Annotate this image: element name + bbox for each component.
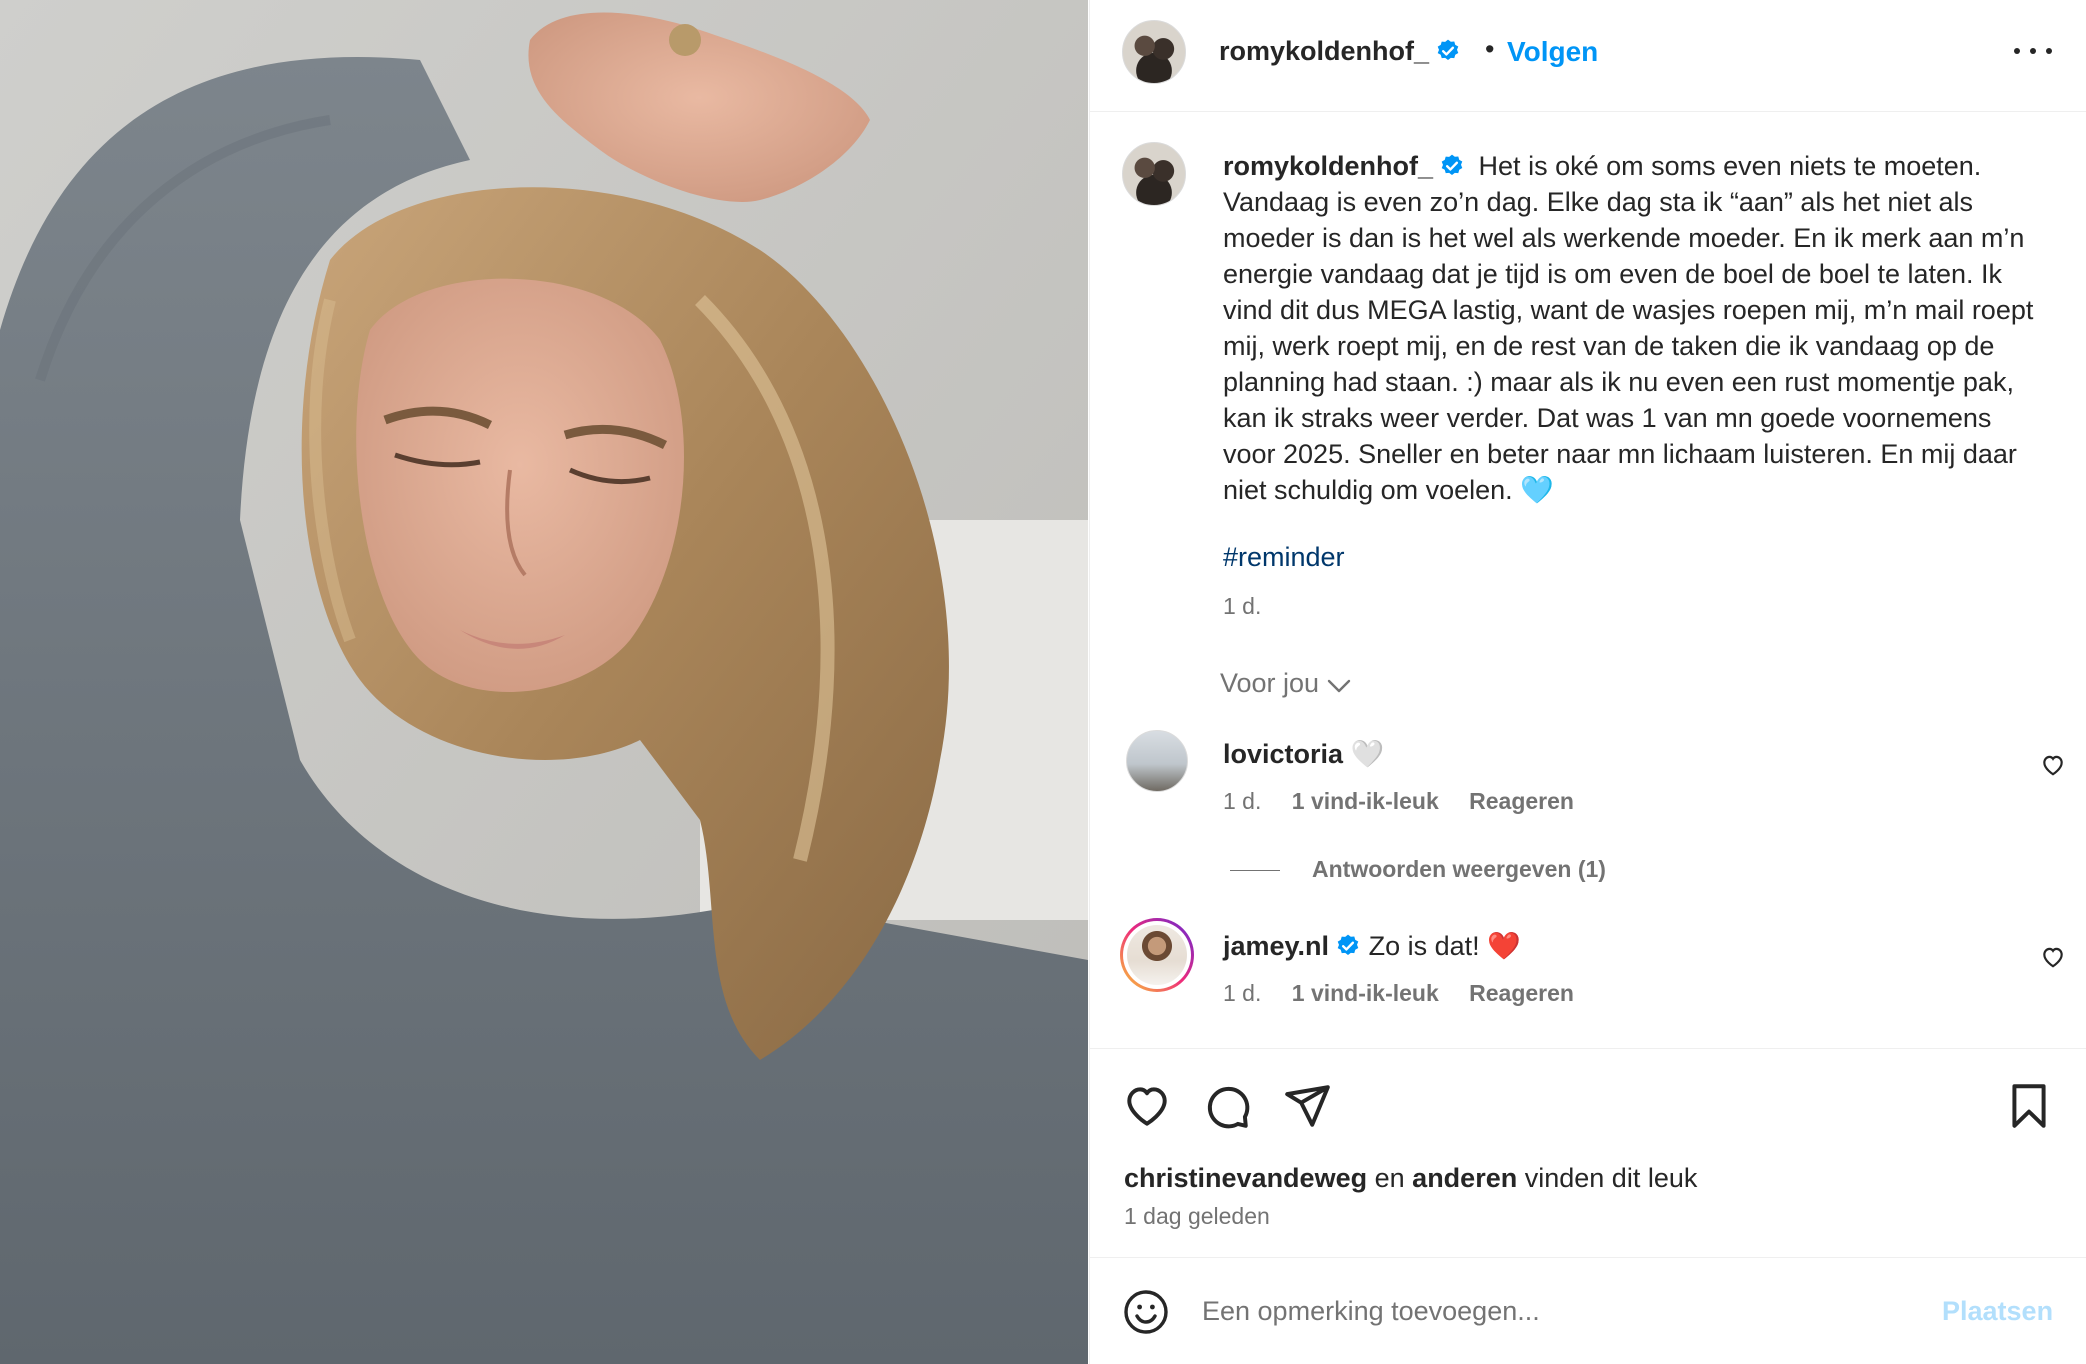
liked-by-username[interactable]: christinevandeweg [1124,1163,1367,1193]
likes-suffix: vinden dit leuk [1524,1163,1698,1193]
commenter-avatar[interactable] [1126,730,1188,792]
selfie-illustration [0,0,1088,1364]
author-avatar[interactable] [1122,20,1186,84]
author-username-text: romykoldenhof_ [1219,36,1430,66]
post-comment-button[interactable]: Plaatsen [1942,1296,2053,1327]
author-username[interactable]: romykoldenhof_ [1219,36,1461,67]
post-caption: romykoldenhof_ Het is oké om soms even n… [1223,148,2043,508]
verified-badge-icon [1437,39,1459,60]
comment-likes[interactable]: 1 vind-ik-leuk [1292,788,1439,814]
reply-button[interactable]: Reageren [1469,788,1574,814]
caption-author-username[interactable]: romykoldenhof_ [1223,151,1465,181]
comment-body: 🤍 [1350,739,1385,769]
caption-author-avatar[interactable] [1122,142,1186,206]
comment-bubble-icon[interactable] [1202,1081,1252,1131]
emoji-smiley-icon[interactable] [1122,1288,1170,1336]
reply-button[interactable]: Reageren [1469,980,1574,1006]
comment-body: Zo is dat! ❤️ [1368,931,1521,961]
post-photo[interactable] [0,0,1088,1364]
share-paper-plane-icon[interactable] [1282,1081,1332,1131]
caption-author-username-text: romykoldenhof_ [1223,151,1434,181]
comment-sort-dropdown[interactable]: Voor jou [1220,668,1351,699]
post-actions: christinevandeweg en anderen vinden dit … [1090,1048,2086,1260]
add-comment-bar: Plaatsen [1090,1257,2086,1364]
follow-button[interactable]: Volgen [1507,36,1598,68]
comment-like-heart-icon[interactable] [2040,944,2066,970]
verified-badge-icon [1441,154,1463,175]
comment-meta: 1 d. 1 vind-ik-leuk Reageren [1223,980,1598,1007]
likes-summary: christinevandeweg en anderen vinden dit … [1124,1163,1697,1194]
hashtag-link[interactable]: #reminder [1223,542,1345,573]
comment-text: jamey.nl Zo is dat! ❤️ [1223,930,1521,962]
header-separator: • [1485,34,1495,64]
commenter-avatar [1127,925,1187,985]
comment-like-heart-icon[interactable] [2040,752,2066,778]
comment-time: 1 d. [1223,980,1262,1006]
commenter-username-text: jamey.nl [1223,931,1330,961]
commenter-avatar-story-ring[interactable] [1120,918,1194,992]
post-timestamp: 1 dag geleden [1124,1203,1270,1229]
comment-input[interactable] [1202,1286,1922,1336]
comment-time: 1 d. [1223,788,1262,814]
like-heart-icon[interactable] [1122,1081,1172,1131]
likes-conjunction: en [1374,1163,1405,1193]
post-header: romykoldenhof_ • Volgen [1090,0,2086,112]
liked-by-others-link[interactable]: anderen [1412,1163,1517,1193]
comment-likes[interactable]: 1 vind-ik-leuk [1292,980,1439,1006]
caption-body: Het is oké om soms even niets te moeten.… [1223,151,2034,505]
comment-sort-label: Voor jou [1220,668,1320,698]
comment-item: lovictoria 🤍 1 d. 1 vind-ik-leuk Reagere… [1090,730,2086,840]
commenter-username[interactable]: lovictoria [1223,739,1343,769]
comment-meta: 1 d. 1 vind-ik-leuk Reageren [1223,788,1598,815]
comment-item: jamey.nl Zo is dat! ❤️ 1 d. 1 vind-ik-le… [1090,921,2086,1032]
chevron-down-icon [1327,679,1351,693]
view-replies-button[interactable]: Antwoorden weergeven (1) [1230,856,1606,883]
post-side-panel: romykoldenhof_ • Volgen romykoldenhof_ H… [1089,0,2086,1364]
more-options-icon[interactable] [2010,30,2056,70]
verified-badge-icon [1337,934,1359,955]
commenter-username[interactable]: jamey.nl [1223,931,1361,961]
save-bookmark-icon[interactable] [2004,1081,2054,1131]
comment-text: lovictoria 🤍 [1223,738,1384,770]
caption-timestamp: 1 d. [1223,593,1262,619]
